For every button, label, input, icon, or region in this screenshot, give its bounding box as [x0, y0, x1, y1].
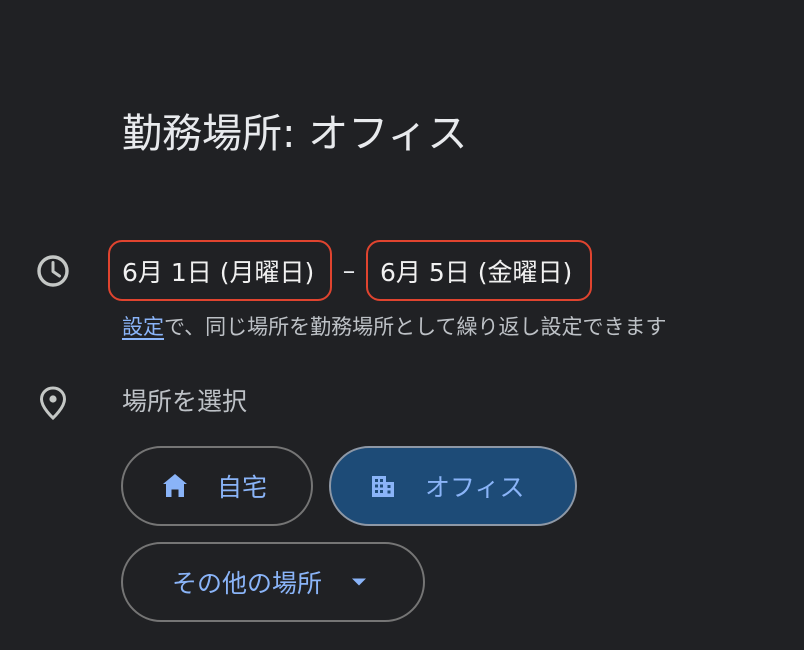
date-range: 6月 1日 (月曜日) – 6月 5日 (金曜日): [108, 240, 592, 301]
home-icon: [160, 471, 190, 501]
settings-link[interactable]: 設定: [122, 315, 164, 339]
end-date[interactable]: 6月 5日 (金曜日): [366, 240, 592, 301]
repeat-setting-note: 設定で、同じ場所を勤務場所として繰り返し設定できます: [122, 312, 667, 342]
page-title: 勤務場所: オフィス: [122, 108, 467, 160]
clock-icon: [35, 253, 71, 289]
start-date[interactable]: 6月 1日 (月曜日): [108, 240, 332, 301]
location-label: 場所を選択: [122, 385, 247, 419]
home-option-button[interactable]: 自宅: [121, 446, 313, 526]
home-option-label: 自宅: [217, 468, 267, 504]
office-option-button[interactable]: オフィス: [329, 446, 577, 526]
caret-down-icon: [350, 577, 368, 587]
date-separator: –: [332, 256, 366, 285]
building-icon: [368, 471, 398, 501]
office-option-label: オフィス: [425, 468, 525, 504]
location-pin-icon: [39, 386, 67, 420]
repeat-note-text: で、同じ場所を勤務場所として繰り返し設定できます: [164, 315, 667, 339]
other-location-label: その他の場所: [172, 564, 322, 600]
other-location-dropdown[interactable]: その他の場所: [121, 542, 425, 622]
